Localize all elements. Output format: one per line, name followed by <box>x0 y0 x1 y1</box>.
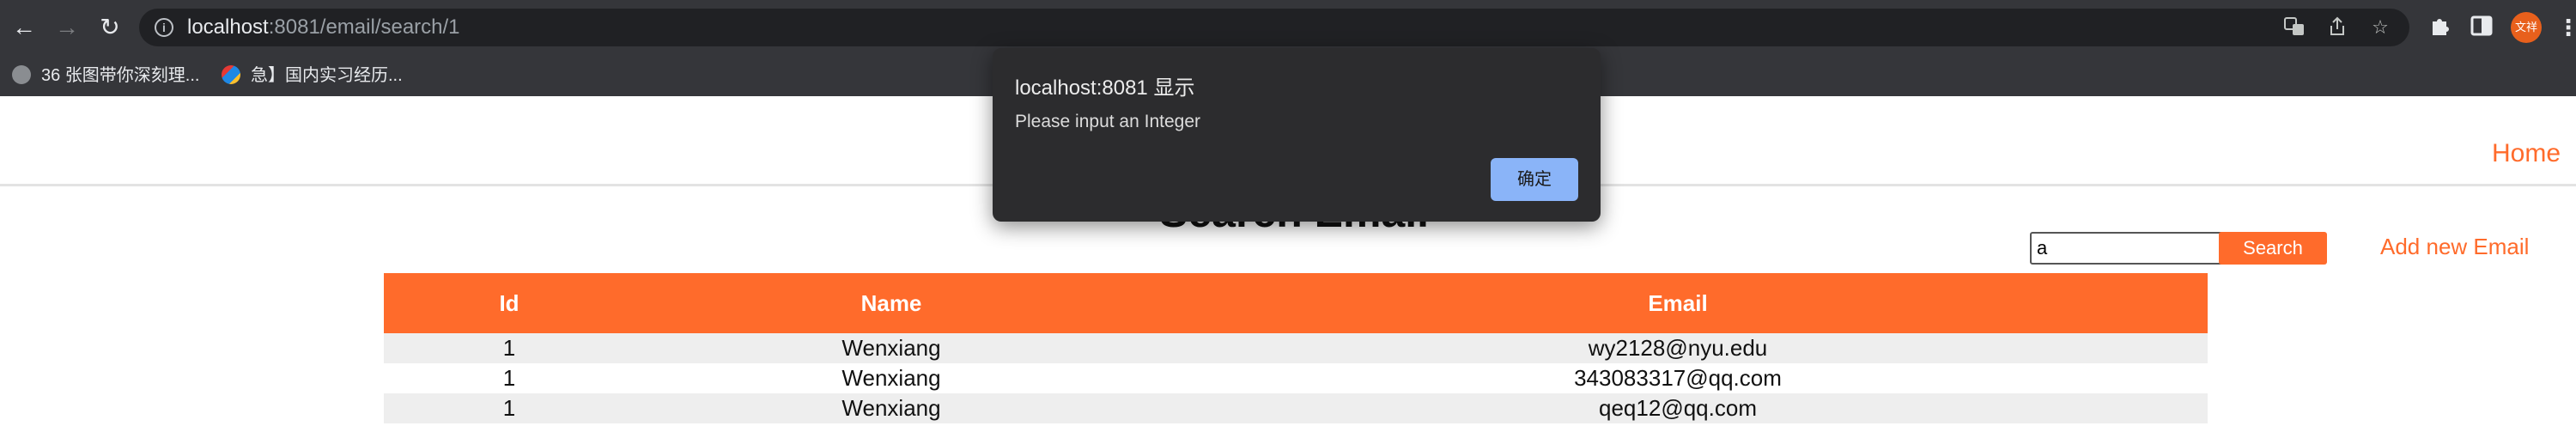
back-icon[interactable]: ← <box>9 12 39 43</box>
puzzle-icon[interactable] <box>2427 14 2454 41</box>
address-bar[interactable]: i localhost:8081/email/search/1 ☆ <box>139 9 2409 46</box>
site-info-icon[interactable]: i <box>155 18 173 37</box>
search-input[interactable] <box>2030 232 2227 265</box>
alert-title: localhost:8081 显示 <box>1015 76 1195 100</box>
reload-icon[interactable]: ↻ <box>94 12 125 43</box>
browser-menu-icon[interactable]: ⋮ <box>2557 12 2576 43</box>
cell-id: 1 <box>384 393 635 423</box>
table-row: 1 Wenxiang qeq12@qq.com <box>384 393 2208 423</box>
search-button[interactable]: Search <box>2219 232 2327 265</box>
browser-toolbar: ← → ↻ i localhost:8081/email/search/1 ☆ … <box>0 0 2576 55</box>
alert-ok-button[interactable]: 确定 <box>1491 158 1578 201</box>
globe-icon <box>12 64 31 84</box>
alert-message: Please input an Integer <box>1015 112 1200 131</box>
forward-icon[interactable]: → <box>52 12 82 43</box>
tool-icon <box>222 64 240 84</box>
url-path: :8081/email/search/1 <box>268 15 460 39</box>
bookmark-item[interactable]: 36 张图带你深刻理... <box>12 55 199 96</box>
add-email-link[interactable]: Add new Email <box>2380 234 2529 260</box>
bookmark-label: 36 张图带你深刻理... <box>41 66 200 85</box>
bookmark-label: 急】国内实习经历... <box>251 66 403 85</box>
email-table: Id Name Email 1 Wenxiang wy2128@nyu.edu … <box>384 273 2208 423</box>
home-link[interactable]: Home <box>2492 139 2561 168</box>
share-icon[interactable] <box>2325 15 2349 40</box>
url-text[interactable]: localhost:8081/email/search/1 <box>187 9 460 46</box>
table-header-row: Id Name Email <box>384 273 2208 333</box>
table-row: 1 Wenxiang 343083317@qq.com <box>384 363 2208 393</box>
cell-name: Wenxiang <box>635 393 1148 423</box>
column-header-name: Name <box>635 273 1148 333</box>
sidepanel-icon[interactable] <box>2468 14 2495 41</box>
alert-dialog: localhost:8081 显示 Please input an Intege… <box>993 48 1601 222</box>
bookmark-star-icon[interactable]: ☆ <box>2368 15 2392 40</box>
column-header-id: Id <box>384 273 635 333</box>
table-row: 1 Wenxiang wy2128@nyu.edu <box>384 333 2208 363</box>
cell-name: Wenxiang <box>635 363 1148 393</box>
cell-email: 343083317@qq.com <box>1148 363 2208 393</box>
url-host: localhost <box>187 15 269 39</box>
cell-email: wy2128@nyu.edu <box>1148 333 2208 363</box>
cell-id: 1 <box>384 333 635 363</box>
cell-email: qeq12@qq.com <box>1148 393 2208 423</box>
translate-icon[interactable] <box>2282 15 2306 40</box>
profile-avatar[interactable]: 文祥 <box>2511 12 2542 43</box>
bookmark-item[interactable]: 急】国内实习经历... <box>222 55 403 96</box>
cell-name: Wenxiang <box>635 333 1148 363</box>
cell-id: 1 <box>384 363 635 393</box>
column-header-email: Email <box>1148 273 2208 333</box>
